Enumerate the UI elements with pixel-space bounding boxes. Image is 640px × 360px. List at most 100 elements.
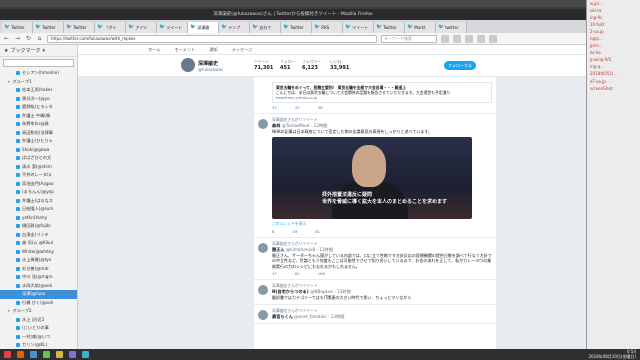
tab[interactable]: 🐦 ツイート bbox=[157, 22, 188, 33]
twitter-nav-item[interactable]: ホーム bbox=[148, 47, 160, 53]
bookmark-item[interactable]: Shok(@gawa bbox=[0, 146, 77, 155]
forward-icon[interactable]: → bbox=[14, 35, 21, 42]
bookmark-item[interactable]: 樋回敦(@fujibi bbox=[0, 222, 77, 231]
profile-stat[interactable]: フォロワー 6,123 bbox=[302, 59, 321, 71]
bookmark-item[interactable]: 松本王男(hoke) bbox=[0, 86, 77, 95]
sidebar-header[interactable]: ★ ブックマーク ▾ bbox=[0, 45, 77, 57]
tab[interactable]: 🐦 テンプ bbox=[219, 22, 250, 33]
twitter-nav-item[interactable]: モーメント bbox=[174, 47, 195, 53]
bookmark-item[interactable]: 黒谷洋一(@yo bbox=[0, 95, 77, 104]
bookmark-item[interactable]: 弁護士(はるなス bbox=[0, 197, 77, 206]
app-icon[interactable] bbox=[82, 351, 89, 358]
bookmark-item[interactable]: 水上 沢(近2 bbox=[0, 316, 77, 325]
tab[interactable]: 🐦 「ボイ bbox=[95, 22, 126, 33]
back-icon[interactable]: ← bbox=[3, 35, 10, 42]
retweet-count[interactable]: 20 bbox=[295, 105, 300, 110]
terminal-icon[interactable] bbox=[43, 351, 50, 358]
url-bar[interactable]: https://twitter.com/fukazawas/with_repli… bbox=[47, 34, 377, 43]
tweet-image[interactable]: 拝外措置法違反に疑問 世界を脅威に導く拡大を本人のまとめることを求めます bbox=[272, 136, 472, 219]
avatar[interactable] bbox=[181, 58, 195, 72]
bookmark-item[interactable]: 水上稀雅(@tyo bbox=[0, 256, 77, 265]
bookmark-item[interactable]: 森 司(ム @Kikul bbox=[0, 239, 77, 248]
bookmark-item[interactable]: 一村(森(@いつ bbox=[0, 333, 77, 342]
bookmark-folder[interactable]: ▸ グループ1 bbox=[0, 78, 77, 87]
bookmark-item[interactable]: 弁護士 中嶋(嗅 bbox=[0, 112, 77, 121]
reply-count[interactable]: 33 bbox=[272, 105, 277, 110]
bookmark-item[interactable]: 平井のレーヌ(a bbox=[0, 171, 77, 180]
background-window[interactable]: w.jp/... uki-ta ing-9c 10-fukt 2-uo.jp ng/p..… bbox=[586, 0, 640, 349]
addon-icon[interactable] bbox=[477, 34, 485, 43]
bookmark-folder[interactable]: ▸ グループ2 bbox=[0, 307, 77, 316]
tweet-author[interactable]: 黒宮らくん @noel_fanataki · 13時間 bbox=[272, 314, 492, 320]
bookmark-item[interactable]: (じいとりの事 bbox=[0, 324, 77, 333]
bookmark-item[interactable]: 弁護士(ひとりゃ bbox=[0, 137, 77, 146]
chevron-down-icon[interactable]: ▾ bbox=[43, 45, 46, 56]
tab[interactable]: 🐦 自分で bbox=[250, 22, 281, 33]
tab[interactable]: 🐦 深澤諭 bbox=[188, 22, 219, 33]
tab[interactable]: 🐦 Twitter bbox=[33, 22, 64, 33]
link-preview[interactable]: 東京五輪をめぐって、投稿主要別！ 東京五輪を全般で大会出場・・・報道上 こんにち… bbox=[272, 82, 492, 103]
reload-icon[interactable]: ↻ bbox=[25, 35, 32, 42]
bookmark-item[interactable]: セシアン(hmoimo) bbox=[0, 69, 77, 78]
bookmark-item[interactable]: 行橋 ひく(@soh bbox=[0, 299, 77, 308]
tab[interactable]: 🐦 Twitter bbox=[64, 22, 95, 33]
tweet-card[interactable]: 深澤諭史さんがリツイート 森林 @TomasMoot · 12時間 NHKの記事… bbox=[254, 114, 496, 238]
bookmark-item[interactable]: White(@whitey bbox=[0, 248, 77, 257]
bookmark-item[interactable]: 日枝隆人(@sum bbox=[0, 205, 77, 214]
tab[interactable]: 🐦 Markt bbox=[405, 22, 436, 33]
tweet-card[interactable]: 深澤諭史さんがリツイート N(自宅からつのる) @NBopkun · 13時間 … bbox=[254, 280, 496, 305]
tab[interactable]: 🐦 Twitter bbox=[281, 22, 312, 33]
show-thread-link[interactable]: このスレッドを表示 bbox=[272, 221, 492, 227]
twitter-nav-item[interactable]: メッセージ bbox=[232, 47, 253, 53]
bookmark-item[interactable]: カリン(@KL) bbox=[0, 341, 77, 349]
library-icon[interactable] bbox=[453, 34, 461, 43]
avatar[interactable] bbox=[258, 242, 268, 253]
like-count[interactable]: 81 bbox=[315, 229, 320, 234]
clock[interactable]: 0:54 2018年08月10日(金曜日) bbox=[589, 349, 636, 359]
window-titlebar[interactable]: 深澤諭史(@fukazawas)さん | Twitterから投稿付きツイート -… bbox=[0, 9, 586, 20]
tab[interactable]: 🐦 twitter bbox=[436, 22, 467, 33]
like-count[interactable]: 58 bbox=[318, 105, 323, 110]
bookmark-item[interactable]: 高田和也(法律事 bbox=[0, 129, 77, 138]
like-count[interactable]: 166 bbox=[318, 271, 325, 276]
firefox-icon[interactable] bbox=[17, 351, 24, 358]
bookmark-icon[interactable] bbox=[441, 34, 449, 43]
bookmark-item[interactable]: 白濱圭(ペンテ bbox=[0, 231, 77, 240]
profile-stat[interactable]: ツイート 71,301 bbox=[254, 59, 273, 71]
profile-stat[interactable]: フォロー 451 bbox=[280, 59, 295, 71]
tweet-card[interactable]: 東京五輪をめぐって、投稿主要別！ 東京五輪を全般で大会出場・・・報道上 こんにち… bbox=[254, 77, 496, 114]
tweet-card[interactable]: 深澤諭史さんがリツイート 勝正ん @kimaharuk8 · 11時間 勝正さん… bbox=[254, 238, 496, 280]
bookmark-item[interactable]: ぱぱざひとの文 bbox=[0, 154, 77, 163]
twitter-nav-item[interactable]: 通知 bbox=[209, 47, 217, 53]
menu-icon[interactable] bbox=[4, 351, 11, 358]
bookmark-item[interactable]: 鹿野紘(ヒラシタ bbox=[0, 103, 77, 112]
menu-icon[interactable] bbox=[489, 34, 497, 43]
retweet-count[interactable]: 49 bbox=[292, 229, 297, 234]
bookmark-item[interactable]: 杉谷善(@mdr bbox=[0, 265, 77, 274]
tab[interactable]: 🐦 ツイート bbox=[343, 22, 374, 33]
bookmark-item[interactable]: 清水 潔(@shim bbox=[0, 163, 77, 172]
files-icon[interactable] bbox=[30, 351, 37, 358]
avatar[interactable] bbox=[258, 309, 268, 320]
reply-count[interactable]: 8 bbox=[272, 229, 274, 234]
profile-stat[interactable]: いいね 33,991 bbox=[330, 59, 349, 71]
avatar[interactable] bbox=[258, 119, 268, 129]
bookmark-item[interactable]: 朱鷺幸(kr@鳥 bbox=[0, 120, 77, 129]
reply-count[interactable]: 17 bbox=[272, 271, 277, 276]
sidebar-search-input[interactable] bbox=[3, 59, 74, 67]
bookmark-item[interactable]: 中川 浩(@mgm bbox=[0, 273, 77, 282]
tab[interactable]: 🐦 RAS bbox=[312, 22, 343, 33]
tab[interactable]: 🐦 Twitter bbox=[2, 22, 33, 33]
tab[interactable]: 🐦 アイツ bbox=[126, 22, 157, 33]
editor-icon[interactable] bbox=[56, 351, 63, 358]
sidebar-icon[interactable] bbox=[465, 34, 473, 43]
bookmark-item[interactable]: 深澤(@fuka bbox=[0, 290, 77, 299]
follow-button[interactable]: フォローする bbox=[444, 61, 476, 70]
bookmark-item[interactable]: (まろんん(@yop bbox=[0, 188, 77, 197]
bookmark-item[interactable]: yofkn(Yoshy bbox=[0, 214, 77, 223]
bookmark-item[interactable]: 両池由門(Aagoo bbox=[0, 180, 77, 189]
retweet-count[interactable]: 62 bbox=[295, 271, 300, 276]
avatar[interactable] bbox=[258, 285, 268, 295]
search-input[interactable]: キーワード検索 bbox=[381, 34, 437, 43]
app-icon[interactable] bbox=[69, 351, 76, 358]
